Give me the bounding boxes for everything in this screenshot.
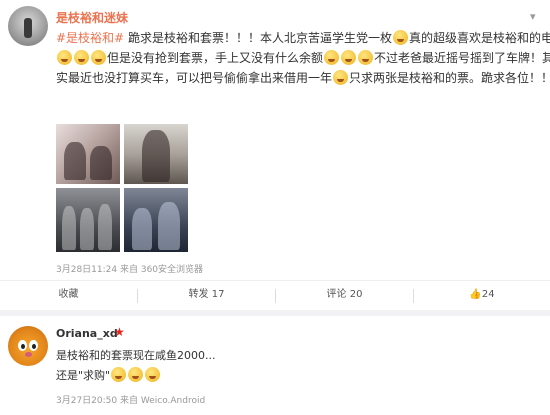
emoji-icon <box>128 367 144 382</box>
user-avatar[interactable] <box>8 6 48 46</box>
emoji-icon <box>145 367 161 382</box>
post-text: #是枝裕和# 跪求是枝裕和套票！！！本人北京苦逼学生党一枚 真的超级喜欢是枝裕和的… <box>56 28 550 88</box>
post-text-segment: 真的超级喜欢是枝裕和的电影 <box>408 31 550 45</box>
weibo-post: 是枝裕和迷妹 ▾ #是枝裕和# 跪求是枝裕和套票！！！本人北京苦逼学生党一枚 真的… <box>0 0 550 310</box>
comment-meta: 3月27日20:50 来自 Weico.Android <box>56 396 206 406</box>
star-badge-icon: ★ <box>114 325 125 339</box>
thumbs-up-icon: 👍 <box>469 289 482 300</box>
collect-button[interactable]: 收藏 <box>0 281 137 311</box>
photo-thumbnail[interactable] <box>56 124 120 184</box>
comment-text-segment: 还是"求购" <box>56 369 111 382</box>
comment-text-line-1: 是枝裕和的套票现在咸鱼2000... <box>56 349 216 362</box>
comment-text-line-2: 还是"求购" <box>56 367 161 383</box>
emoji-icon <box>341 50 357 65</box>
post-text-segment: 但是没有抢到套票，手上又没有什么余额 <box>107 51 324 65</box>
post-meta: 3月28日11:24 来自 360安全浏览器 <box>56 265 204 275</box>
post-line-1: #是枝裕和# 跪求是枝裕和套票！！！本人北京苦逼学生党一枚 真的超级喜欢是枝裕和的… <box>56 28 550 48</box>
comment-item: Oriana_xd ★ 是枝裕和的套票现在咸鱼2000... 还是"求购" 3月… <box>0 316 550 415</box>
post-line-2: 但是没有抢到套票，手上又没有什么余额 不过老爸最近摇号摇到了车牌！其 <box>56 48 550 68</box>
emoji-icon <box>333 70 349 85</box>
commenter-avatar[interactable] <box>8 326 48 366</box>
post-text-segment: 实最近也没打算买车，可以把号偷偷拿出来借用一年 <box>56 71 333 85</box>
emoji-icon <box>324 50 340 65</box>
emoji-icon <box>91 50 106 65</box>
post-username[interactable]: 是枝裕和迷妹 <box>56 9 128 26</box>
repost-label: 转发 17 <box>188 289 225 300</box>
commenter-username[interactable]: Oriana_xd <box>56 327 118 340</box>
repost-button[interactable]: 转发 17 <box>138 281 275 311</box>
photo-thumbnail[interactable] <box>124 188 188 252</box>
like-count: 24 <box>481 289 495 300</box>
like-button[interactable]: 👍24 <box>414 281 550 311</box>
emoji-icon <box>57 50 72 65</box>
action-bar: 收藏 转发 17 评论 20 👍24 <box>0 280 550 310</box>
emoji-icon <box>392 30 408 45</box>
photo-thumbnail[interactable] <box>124 124 188 184</box>
post-text-segment: 跪求是枝裕和套票！！！本人北京苦逼学生党一枚 <box>124 31 392 45</box>
comment-label: 评论 20 <box>326 289 363 300</box>
comment-button[interactable]: 评论 20 <box>276 281 413 311</box>
collect-label: 收藏 <box>58 289 79 300</box>
post-text-segment: 只求两张是枝裕和的票。跪求各位！！！ <box>349 71 550 85</box>
post-line-3: 实最近也没打算买车，可以把号偷偷拿出来借用一年 只求两张是枝裕和的票。跪求各位！！… <box>56 68 550 88</box>
post-text-segment: 不过老爸最近摇号摇到了车牌！其 <box>374 51 550 65</box>
photo-thumbnail[interactable] <box>56 188 120 252</box>
hashtag-link[interactable]: #是枝裕和# <box>56 31 124 45</box>
emoji-icon <box>358 50 374 65</box>
chevron-down-icon[interactable]: ▾ <box>530 10 536 23</box>
emoji-icon <box>111 367 127 382</box>
emoji-icon <box>74 50 89 65</box>
